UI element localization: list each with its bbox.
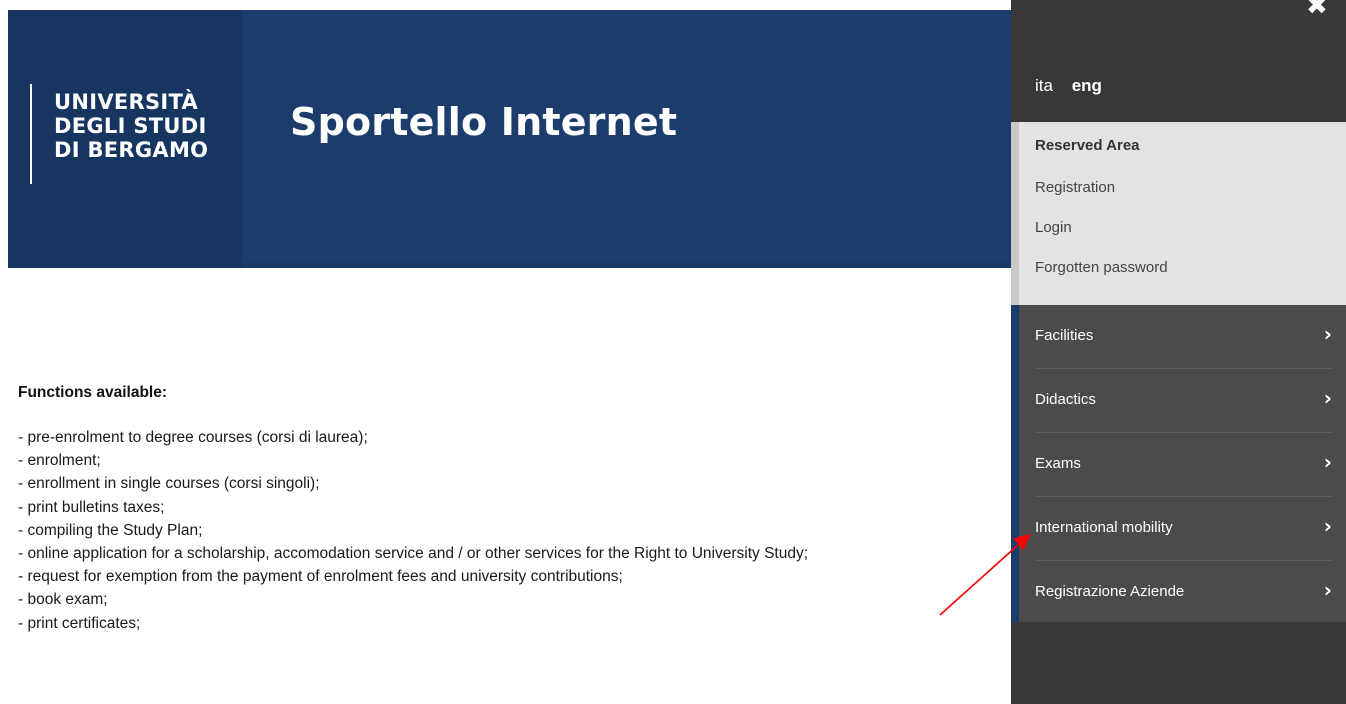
lang-eng-link[interactable]: eng (1072, 76, 1102, 95)
menu-item-label: Facilities (1035, 327, 1094, 344)
function-item: - print bulletins taxes; (18, 498, 165, 516)
logo-line-2: DEGLI STUDI (54, 114, 207, 138)
menu-item-exams[interactable]: Exams › (1019, 433, 1346, 496)
nav-menu: Facilities › Didactics › Exams › Interna… (1011, 305, 1346, 622)
lang-ita-link[interactable]: ita (1035, 76, 1053, 95)
menu-item-registrazione-aziende[interactable]: Registrazione Aziende › (1019, 561, 1346, 624)
language-switcher: ita eng (1035, 76, 1116, 96)
function-item: - compiling the Study Plan; (18, 521, 203, 539)
logo-line-3: DI BERGAMO (54, 138, 209, 162)
page-title: Sportello Internet (290, 100, 678, 144)
logo-line-1: UNIVERSITÀ (54, 90, 199, 114)
function-item: - print certificates; (18, 614, 141, 632)
login-link[interactable]: Login (1035, 219, 1072, 236)
chevron-right-icon: › (1323, 514, 1332, 538)
functions-heading: Functions available: (18, 384, 168, 401)
menu-item-facilities[interactable]: Facilities › (1019, 305, 1346, 368)
chevron-right-icon: › (1323, 450, 1332, 474)
close-icon[interactable]: ✖ (1306, 0, 1336, 19)
menu-item-label: Exams (1035, 455, 1081, 472)
menu-item-label: Registrazione Aziende (1035, 583, 1185, 600)
function-item: - enrolment; (18, 452, 101, 470)
menu-item-label: Didactics (1035, 391, 1096, 408)
function-item: - book exam; (18, 591, 108, 609)
chevron-right-icon: › (1323, 322, 1332, 346)
function-item: - pre-enrolment to degree courses (corsi… (18, 429, 368, 446)
menu-item-international-mobility[interactable]: International mobility › (1019, 497, 1346, 560)
chevron-right-icon: › (1323, 578, 1332, 602)
logo-divider (30, 84, 32, 184)
logo-text: UNIVERSITÀ DEGLI STUDI DI BERGAMO (54, 90, 208, 162)
function-item: - request for exemption from the payment… (18, 568, 623, 586)
function-item: - enrollment in single courses (corsi si… (18, 475, 320, 493)
menu-item-label: International mobility (1035, 519, 1173, 536)
registration-link[interactable]: Registration (1035, 179, 1115, 196)
main-content: Functions available: - pre-enrolment to … (18, 384, 808, 635)
title-area: Sportello Internet (242, 10, 1012, 268)
reserved-area-title: Reserved Area (1035, 137, 1140, 154)
function-item: - online application for a scholarship, … (18, 545, 809, 563)
menu-item-didactics[interactable]: Didactics › (1019, 369, 1346, 432)
chevron-right-icon: › (1323, 386, 1332, 410)
header-banner: UNIVERSITÀ DEGLI STUDI DI BERGAMO Sporte… (8, 10, 1012, 268)
reserved-area: Reserved Area Registration Login Forgott… (1011, 122, 1346, 305)
forgotten-password-link[interactable]: Forgotten password (1035, 259, 1168, 276)
functions-list: - pre-enrolment to degree courses (corsi… (18, 426, 808, 635)
university-logo[interactable]: UNIVERSITÀ DEGLI STUDI DI BERGAMO (8, 10, 242, 268)
